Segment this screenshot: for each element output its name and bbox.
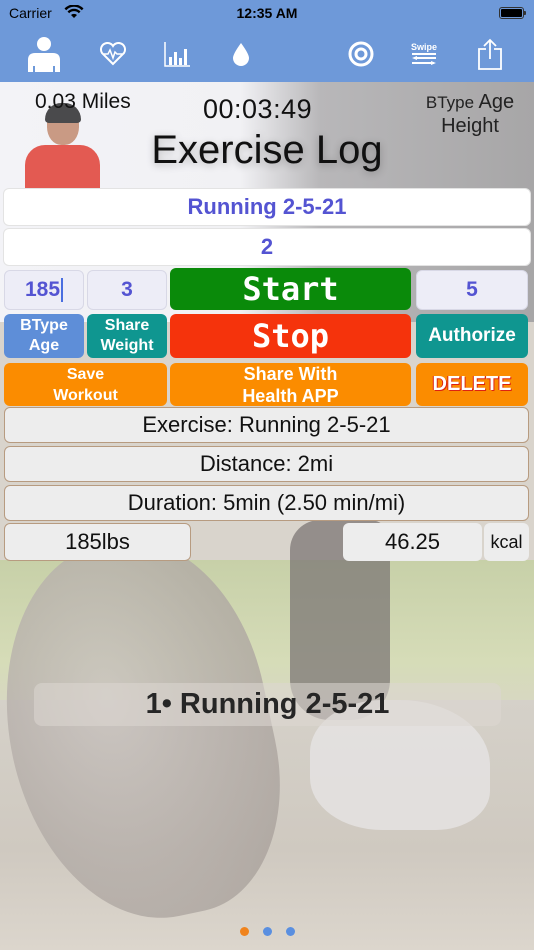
svg-text:Swipe: Swipe bbox=[411, 42, 437, 52]
timer-readout: 00:03:49 bbox=[203, 94, 313, 124]
page-dot-1[interactable] bbox=[239, 927, 249, 936]
start-button[interactable]: Start bbox=[170, 268, 411, 310]
share-weight-button[interactable]: Share Weight bbox=[87, 314, 167, 358]
summary-distance: Distance: 2mi bbox=[4, 446, 529, 482]
target-icon bbox=[348, 41, 374, 67]
goal-button[interactable] bbox=[344, 36, 378, 72]
battery-icon bbox=[499, 7, 526, 19]
page-dot-2[interactable] bbox=[262, 927, 272, 936]
list-item[interactable]: 1• Running 2-5-21 bbox=[34, 683, 501, 726]
summary-calories: 46.25 bbox=[343, 523, 482, 561]
weight-input-value: 185 bbox=[24, 278, 61, 301]
calories-unit: kcal bbox=[484, 523, 529, 561]
delete-button[interactable]: DELETE bbox=[416, 363, 528, 406]
page-dot-3[interactable] bbox=[285, 927, 295, 936]
page-title: Exercise Log bbox=[151, 128, 383, 172]
share-icon bbox=[478, 38, 502, 70]
btype-label: BType bbox=[425, 93, 475, 112]
save-workout-button[interactable]: Save Workout bbox=[4, 363, 167, 406]
share-weight-line1: Share bbox=[104, 317, 150, 334]
person-icon bbox=[28, 37, 60, 72]
summary-weight: 185lbs bbox=[4, 523, 191, 561]
summary-duration: Duration: 5min (2.50 min/mi) bbox=[4, 485, 529, 521]
share-health-line1: Share With bbox=[243, 363, 338, 384]
btype-age-button-line1: BType bbox=[20, 317, 68, 334]
save-workout-line2: Workout bbox=[53, 386, 118, 404]
save-workout-line1: Save bbox=[66, 365, 105, 383]
btype-age-button[interactable]: BType Age bbox=[4, 314, 84, 358]
distance-input[interactable]: 2 bbox=[3, 228, 531, 266]
multiplier-input[interactable]: 3 bbox=[87, 270, 167, 310]
heart-rate-button[interactable] bbox=[96, 36, 130, 72]
heart-rate-icon bbox=[99, 42, 127, 66]
clock: 12:35 AM bbox=[236, 5, 298, 21]
water-button[interactable] bbox=[226, 36, 256, 72]
share-health-app-button[interactable]: Share With Health APP bbox=[170, 363, 411, 406]
text-cursor bbox=[61, 278, 64, 302]
distance-readout: 0.03 Miles bbox=[35, 90, 131, 113]
water-drop-icon bbox=[233, 43, 249, 66]
authorize-button[interactable]: Authorize bbox=[416, 314, 528, 358]
swipe-icon: Swipe bbox=[411, 42, 437, 65]
page-indicator[interactable] bbox=[0, 927, 534, 936]
exercise-name-input[interactable]: Running 2-5-21 bbox=[3, 188, 531, 226]
share-health-line2: Health APP bbox=[242, 385, 339, 406]
top-bar: Carrier 12:35 AM Swipe bbox=[0, 0, 534, 82]
bar-chart-icon bbox=[164, 42, 190, 67]
chart-button[interactable] bbox=[160, 36, 194, 72]
stop-button[interactable]: Stop bbox=[170, 314, 411, 358]
share-weight-line2: Weight bbox=[100, 337, 154, 354]
btype-age-button-line2: Age bbox=[28, 337, 60, 354]
share-button[interactable] bbox=[472, 36, 508, 72]
profile-button[interactable] bbox=[24, 36, 64, 72]
swipe-button[interactable]: Swipe bbox=[406, 36, 442, 72]
weight-input[interactable]: 185 bbox=[4, 270, 84, 310]
status-bar: Carrier 12:35 AM bbox=[0, 0, 534, 28]
summary-exercise: Exercise: Running 2-5-21 bbox=[4, 407, 529, 443]
age-label: Age bbox=[478, 91, 515, 113]
minutes-input[interactable]: 5 bbox=[416, 270, 528, 310]
